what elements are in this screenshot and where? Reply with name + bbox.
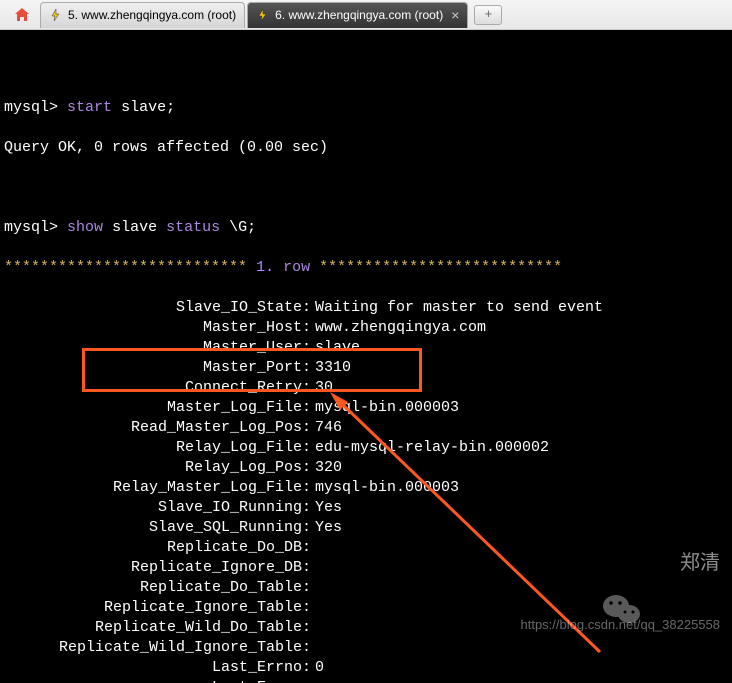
status-key: Relay_Master_Log_File [4,478,302,498]
new-tab-button[interactable]: + [474,5,502,25]
lightning-icon [256,8,270,22]
terminal-line [4,178,728,198]
status-row: Slave_IO_State:Waiting for master to sen… [4,298,728,318]
tab-label: 6. www.zhengqingya.com (root) [275,8,443,22]
plus-icon: + [484,7,492,22]
status-key: Relay_Log_Pos [4,458,302,478]
tab-5[interactable]: 5. www.zhengqingya.com (root) [40,2,245,28]
status-value: edu-mysql-relay-bin.000002 [315,438,549,458]
status-row: Relay_Log_Pos:320 [4,458,728,478]
status-value: 320 [315,458,342,478]
status-key: Replicate_Ignore_Table [4,598,302,618]
lightning-icon [49,8,63,22]
status-value: 3310 [315,358,351,378]
status-row: Last_Error: [4,678,728,683]
status-row: Master_User:slave [4,338,728,358]
tab-6[interactable]: 6. www.zhengqingya.com (root) × [247,2,468,28]
status-row: Relay_Log_File:edu-mysql-relay-bin.00000… [4,438,728,458]
status-value: Waiting for master to send event [315,298,603,318]
status-key: Read_Master_Log_Pos [4,418,302,438]
status-key: Slave_SQL_Running [4,518,302,538]
status-value: mysql-bin.000003 [315,478,459,498]
status-key: Relay_Log_File [4,438,302,458]
status-value: slave [315,338,360,358]
status-value: Yes [315,518,342,538]
watermark-name: 郑清 [521,553,721,573]
watermark-url: https://blog.csdn.net/qq_38225558 [521,615,721,635]
home-icon [14,7,30,23]
status-key: Master_Host [4,318,302,338]
status-key: Replicate_Do_DB [4,538,302,558]
terminal-line: mysql> show slave status \G; [4,218,728,238]
status-key: Replicate_Wild_Do_Table [4,618,302,638]
status-row: Read_Master_Log_Pos:746 [4,418,728,438]
close-icon[interactable]: × [451,7,459,23]
status-key: Slave_IO_State [4,298,302,318]
status-key: Last_Errno [4,658,302,678]
status-key: Replicate_Wild_Ignore_Table [4,638,302,658]
status-value: mysql-bin.000003 [315,398,459,418]
status-key: Master_Port [4,358,302,378]
terminal[interactable]: mysql> start slave; Query OK, 0 rows aff… [0,30,732,683]
status-key: Replicate_Do_Table [4,578,302,598]
status-value: Yes [315,498,342,518]
watermark: 郑清 https://blog.csdn.net/qq_38225558 [521,513,721,675]
tab-bar: 5. www.zhengqingya.com (root) 6. www.zhe… [0,0,732,30]
status-row: Connect_Retry:30 [4,378,728,398]
terminal-line: Query OK, 0 rows affected (0.00 sec) [4,138,728,158]
status-key: Replicate_Ignore_DB [4,558,302,578]
status-row: Relay_Master_Log_File:mysql-bin.000003 [4,478,728,498]
terminal-line [4,58,728,78]
status-row: Master_Log_File:mysql-bin.000003 [4,398,728,418]
status-key: Last_Error [4,678,302,683]
status-key: Connect_Retry [4,378,302,398]
status-value: 746 [315,418,342,438]
status-row: Master_Port:3310 [4,358,728,378]
status-row: Master_Host:www.zhengqingya.com [4,318,728,338]
status-value: 0 [315,658,324,678]
terminal-line: *************************** 1. row *****… [4,258,728,278]
status-key: Master_User [4,338,302,358]
status-key: Slave_IO_Running [4,498,302,518]
terminal-line: mysql> start slave; [4,98,728,118]
status-key: Master_Log_File [4,398,302,418]
home-button[interactable] [10,3,34,27]
status-value: www.zhengqingya.com [315,318,486,338]
tab-label: 5. www.zhengqingya.com (root) [68,8,236,22]
status-value: 30 [315,378,333,398]
